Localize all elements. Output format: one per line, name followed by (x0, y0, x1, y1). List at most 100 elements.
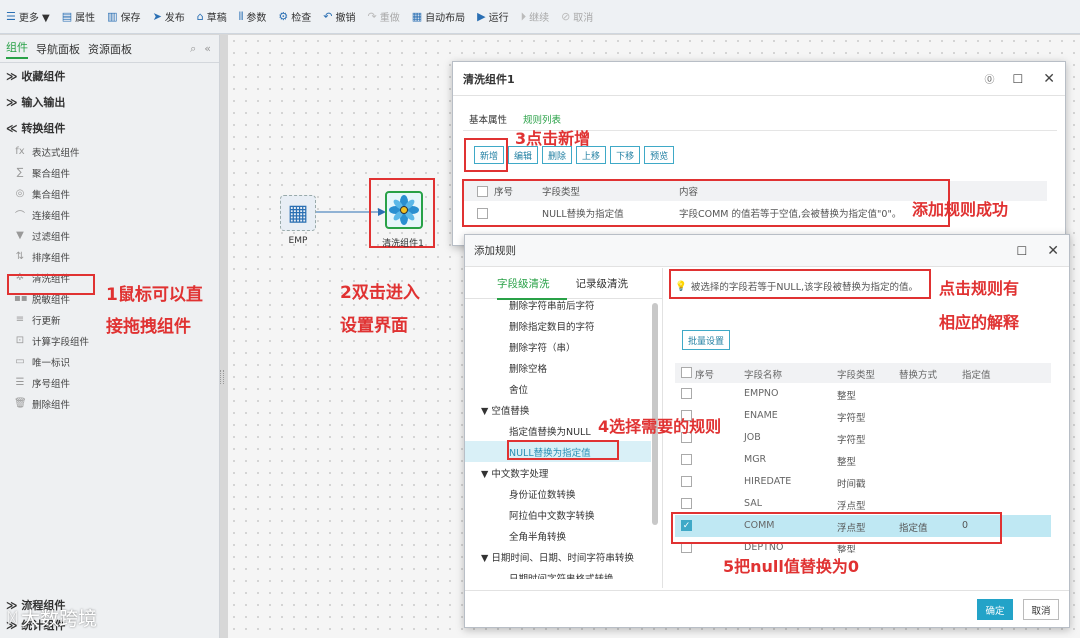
batch-setting-button[interactable]: 批量设置 (682, 330, 731, 350)
maximize-icon[interactable]: ☐ (1017, 244, 1028, 258)
toolbar-button-11[interactable]: ⏵ 继续 (521, 9, 550, 25)
field-type: 时间戳 (837, 479, 866, 490)
sidebar-item-10[interactable]: ▭ 唯一标识 (0, 351, 219, 372)
section-favorites[interactable]: ≫ 收藏组件 (0, 63, 219, 89)
sidebar-item-label: 表达式组件 (32, 147, 80, 159)
toolbar-button-3[interactable]: ➤ 发布 (153, 9, 185, 24)
tree-item[interactable]: 阿拉伯中文数字转换 (465, 504, 651, 525)
sidebar-item-label: 集合组件 (32, 189, 71, 201)
rule-button-4[interactable]: 下移 (610, 146, 641, 164)
component-icon: ◎ (15, 188, 25, 199)
sidebar-item-3[interactable]: ⌒ 连接组件 (0, 204, 219, 225)
col-value: 指定值 (962, 370, 991, 381)
tab-navigation[interactable]: 导航面板 (36, 41, 80, 57)
field-row[interactable]: HIREDATE 时间戳 (675, 471, 1051, 493)
sidebar-item-label: 删除组件 (32, 399, 71, 411)
toolbar-icon: ▶ (477, 10, 486, 23)
node-clean[interactable] (385, 191, 423, 229)
component-icon: ⇅ (15, 251, 25, 262)
cancel-button[interactable]: 取消 (1023, 599, 1059, 620)
select-all-fields-checkbox[interactable] (681, 367, 692, 378)
toolbar-icon: ⚙ (278, 10, 289, 23)
tab-field-clean[interactable]: 字段级清洗 (497, 276, 550, 291)
col-replace-mode: 替换方式 (899, 370, 938, 381)
toolbar-icon: ☰ (6, 10, 16, 23)
component-icon: ≡ (15, 314, 25, 325)
annotation-dblclick-2: 设置界面 (340, 316, 408, 336)
tab-resources[interactable]: 资源面板 (88, 41, 132, 57)
tab-components[interactable]: 组件 (6, 39, 28, 59)
sidebar-item-1[interactable]: ∑ 聚合组件 (0, 162, 219, 183)
node-clean-label: 清洗组件1 (382, 239, 424, 249)
col-field-name: 字段名称 (744, 370, 783, 381)
field-name: ENAME (744, 410, 778, 421)
tree-item[interactable]: 删除指定数目的字符 (465, 315, 651, 336)
rule-button-5[interactable]: 预览 (644, 146, 675, 164)
tab-record-clean[interactable]: 记录级清洗 (576, 276, 629, 291)
tree-group[interactable]: ▼ 中文数字处理 (465, 462, 651, 483)
tree-item[interactable]: 全角半角转换 (465, 525, 651, 546)
annotation-select-rule: 4选择需要的规则 (598, 417, 722, 436)
tree-item[interactable]: 删除字符串前后字符 (465, 294, 651, 315)
node-emp-label: EMP (288, 236, 308, 246)
sidebar-item-2[interactable]: ◎ 集合组件 (0, 183, 219, 204)
splitter-handle[interactable] (220, 370, 224, 384)
toolbar-button-2[interactable]: ▥ 保存 (107, 9, 140, 24)
node-emp[interactable]: ▦ (280, 195, 316, 231)
tree-item[interactable]: 删除空格 (465, 357, 651, 378)
tree-item[interactable]: 舍位 (465, 378, 651, 399)
field-row-checkbox[interactable] (681, 388, 692, 399)
sidebar-item-4[interactable]: ▼ 过滤组件 (0, 225, 219, 246)
dialog1-tab-rules[interactable]: 规则列表 (523, 112, 561, 126)
toolbar-button-0[interactable]: ☰ 更多 ▼ (6, 9, 50, 24)
sidebar-item-11[interactable]: ☰ 序号组件 (0, 372, 219, 393)
field-row[interactable]: MGR 整型 (675, 449, 1051, 471)
sidebar-item-label: 序号组件 (32, 378, 71, 390)
section-io[interactable]: ≫ 输入输出 (0, 89, 219, 115)
component-icon: ∑ (16, 167, 24, 178)
field-name: SAL (744, 498, 762, 509)
sidebar-item-12[interactable]: 🗑 删除组件 (0, 393, 219, 414)
tree-group[interactable]: ▼ 日期时间、日期、时间字符串转换 (465, 546, 651, 567)
toolbar-button-9[interactable]: ▦ 自动布局 (412, 9, 465, 24)
collapse-icon[interactable]: « (204, 42, 211, 55)
field-row-checkbox[interactable] (681, 476, 692, 487)
field-row-checkbox[interactable] (681, 498, 692, 509)
section-transform[interactable]: ≪ 转换组件 (0, 115, 219, 141)
toolbar-button-5[interactable]: ⫴ 参数 (239, 9, 267, 25)
sidebar-item-0[interactable]: fx 表达式组件 (0, 141, 219, 162)
toolbar-label: 参数 (246, 13, 267, 24)
ok-button[interactable]: 确定 (977, 599, 1013, 620)
highlight-selected-rule (507, 440, 619, 460)
field-row-checkbox[interactable] (681, 454, 692, 465)
toolbar-label: 检查 (291, 13, 312, 24)
toolbar-label: 取消 (573, 13, 594, 24)
tree-item[interactable]: 删除字符（串） (465, 336, 651, 357)
field-row[interactable]: JOB 字符型 (675, 427, 1051, 449)
maximize-icon[interactable]: ☐ (1013, 72, 1024, 86)
dialog1-tab-basic[interactable]: 基本属性 (469, 112, 507, 126)
toolbar-label: 发布 (164, 13, 185, 24)
toolbar-button-10[interactable]: ▶ 运行 (477, 9, 508, 24)
toolbar-button-6[interactable]: ⚙ 检查 (278, 9, 311, 24)
help-icon[interactable]: ⓪ (985, 71, 995, 86)
toolbar-button-12[interactable]: ⊘ 取消 (561, 9, 593, 24)
search-icon[interactable]: ⌕ (190, 42, 196, 56)
tree-item[interactable]: 日期时间字符串格式转换 (465, 567, 651, 580)
toolbar-button-1[interactable]: ▤ 属性 (62, 9, 95, 24)
sidebar-item-5[interactable]: ⇅ 排序组件 (0, 246, 219, 267)
field-row[interactable]: EMPNO 整型 (675, 383, 1051, 405)
annotation-rule-success: 添加规则成功 (912, 200, 1009, 219)
toolbar-icon: ↶ (323, 10, 333, 23)
annotation-click-add: 3点击新增 (515, 129, 591, 148)
component-icon: ☰ (15, 377, 25, 388)
field-type: 整型 (837, 457, 857, 468)
toolbar-button-8[interactable]: ↷ 重做 (367, 9, 399, 24)
toolbar-label: 属性 (75, 13, 96, 24)
toolbar-button-7[interactable]: ↶ 撤销 (323, 9, 355, 24)
close-icon[interactable]: ✕ (1047, 243, 1059, 259)
toolbar-button-4[interactable]: ⌂ 草稿 (197, 9, 227, 24)
close-icon[interactable]: ✕ (1043, 71, 1055, 87)
field-row[interactable]: ENAME 字符型 (675, 405, 1051, 427)
tree-item[interactable]: 身份证位数转换 (465, 483, 651, 504)
